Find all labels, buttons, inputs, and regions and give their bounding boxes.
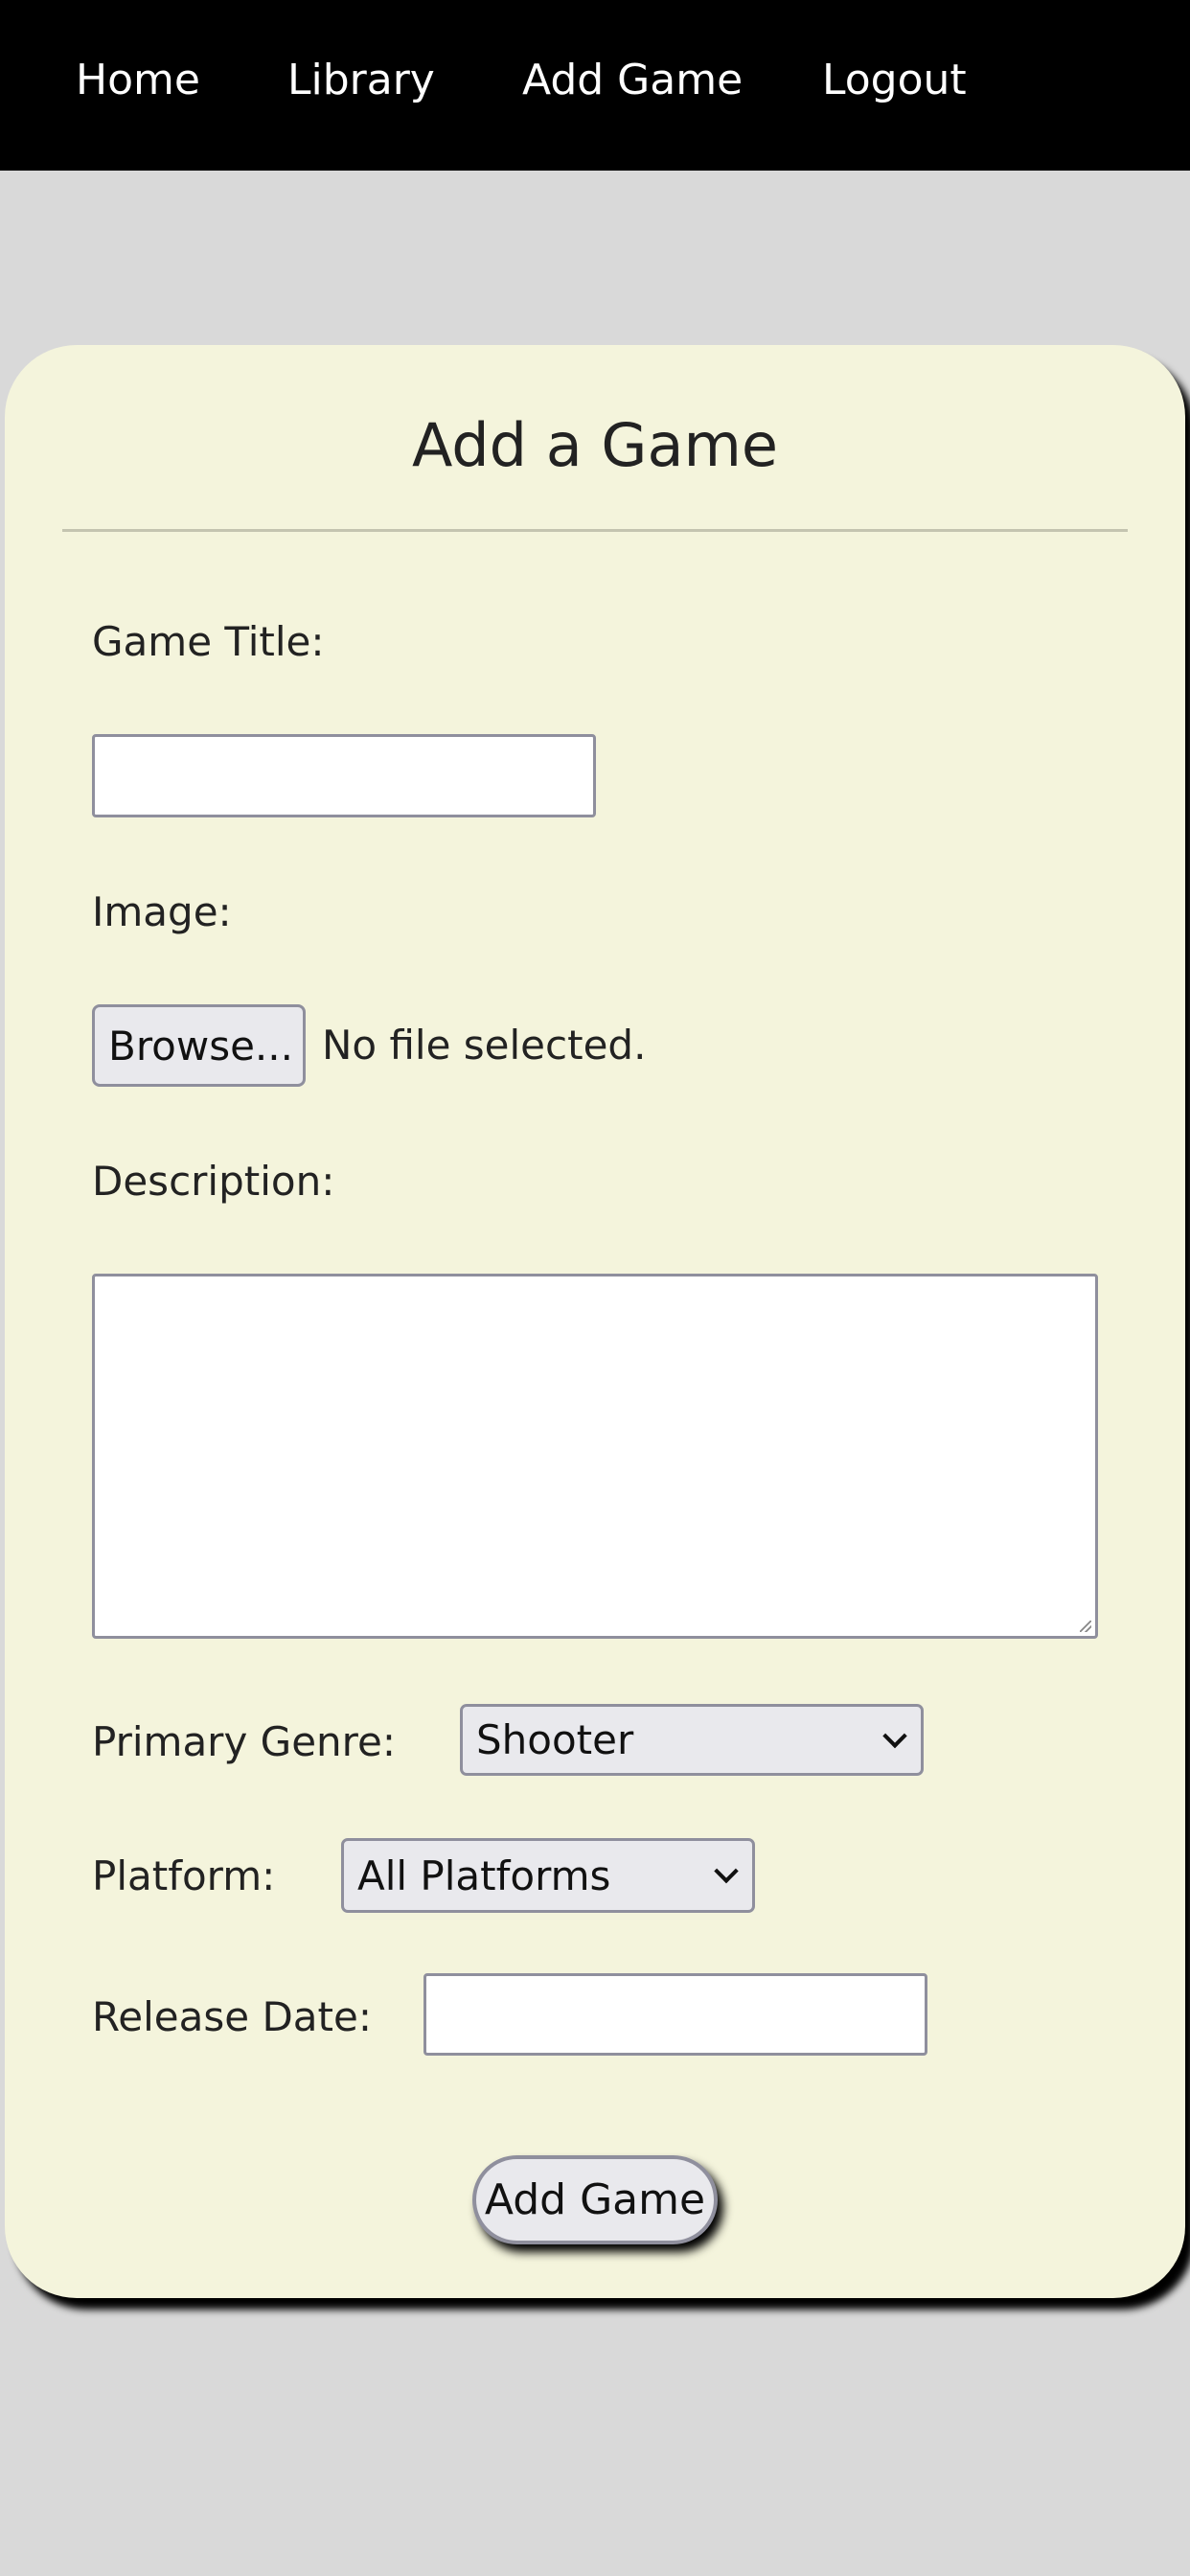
release-date-label: Release Date: (92, 1993, 372, 2040)
nav-logout[interactable]: Logout (822, 59, 967, 102)
divider (62, 529, 1128, 532)
add-game-form: Add a Game Game Title: Image: Browse... … (5, 345, 1185, 2298)
nav-add-game[interactable]: Add Game (522, 59, 743, 102)
game-title-input[interactable] (92, 734, 596, 817)
platform-label: Platform: (92, 1852, 276, 1899)
platform-selected-value: All Platforms (357, 1852, 611, 1899)
platform-select[interactable]: All Platforms (341, 1838, 755, 1913)
no-file-text: No file selected. (322, 1022, 647, 1069)
browse-button[interactable]: Browse... (92, 1004, 306, 1087)
chevron-down-icon (882, 1723, 907, 1748)
description-label: Description: (92, 1158, 335, 1205)
resize-handle-icon[interactable] (1080, 1621, 1091, 1632)
genre-selected-value: Shooter (476, 1716, 634, 1763)
genre-label: Primary Genre: (92, 1718, 396, 1765)
release-date-input[interactable] (423, 1973, 927, 2056)
nav-library[interactable]: Library (287, 59, 435, 102)
chevron-down-icon (714, 1858, 739, 1884)
top-nav: Home Library Add Game Logout (0, 0, 1190, 171)
description-textarea[interactable] (92, 1274, 1098, 1639)
nav-home[interactable]: Home (76, 59, 200, 102)
image-label: Image: (92, 888, 232, 935)
add-game-button[interactable]: Add Game (472, 2155, 718, 2244)
page-title: Add a Game (411, 410, 779, 480)
game-title-label: Game Title: (92, 618, 325, 665)
genre-select[interactable]: Shooter (460, 1704, 924, 1776)
